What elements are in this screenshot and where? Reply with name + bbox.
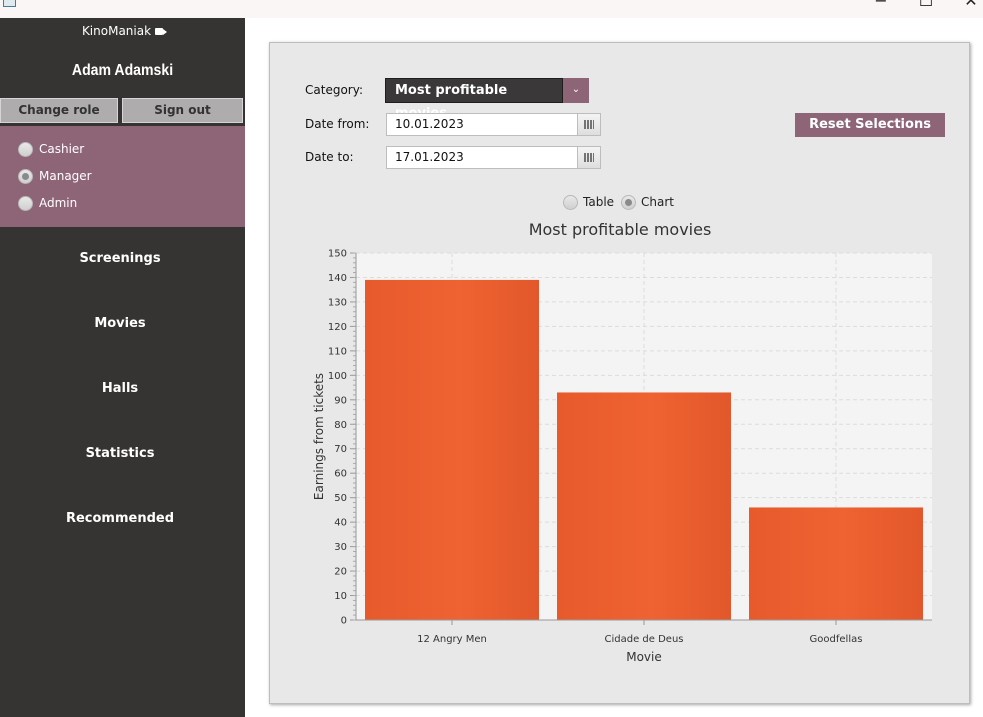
bar-goodfellas — [749, 507, 923, 620]
role-selector: Cashier Manager Admin — [0, 126, 245, 227]
bar-12-angry-men — [365, 279, 539, 620]
change-role-button[interactable]: Change role — [0, 98, 118, 123]
app-icon — [3, 0, 16, 7]
date-to-field[interactable]: 17.01.2023 — [386, 146, 578, 169]
radio-circle[interactable] — [18, 142, 33, 157]
x-axis-label: Movie — [626, 650, 662, 664]
radio-circle[interactable] — [563, 195, 578, 210]
role-label: Admin — [39, 196, 78, 210]
y-tick-label: 10 — [334, 591, 347, 602]
y-tick-label: 120 — [328, 322, 347, 333]
y-tick-label: 20 — [334, 567, 347, 578]
window-title-bar: − ☐ ✕ — [0, 0, 983, 18]
y-tick-label: 0 — [341, 616, 347, 627]
view-radio-chart[interactable]: Chart — [621, 193, 674, 211]
category-select[interactable]: Most profitable movies — [385, 78, 563, 121]
nav-screenings[interactable]: Screenings — [0, 251, 240, 266]
radio-circle-selected[interactable] — [621, 195, 636, 210]
maximize-icon[interactable]: ☐ — [911, 0, 941, 12]
user-name: Adam Adamski — [71, 62, 174, 79]
sidebar: KinoManiak Adam Adamski Change role Sign… — [0, 18, 245, 717]
y-tick-label: 40 — [334, 518, 347, 529]
y-tick-label: 30 — [334, 542, 347, 553]
category-label: Category: — [305, 83, 363, 97]
date-from-label: Date from: — [305, 117, 370, 131]
x-tick-label: Cidade de Deus — [605, 634, 684, 645]
close-icon[interactable]: ✕ — [956, 0, 983, 12]
role-radio-admin[interactable]: Admin — [18, 194, 77, 212]
y-tick-label: 70 — [334, 444, 347, 455]
minimize-icon[interactable]: − — [866, 0, 896, 12]
radio-circle-selected[interactable] — [18, 169, 33, 184]
sign-out-button[interactable]: Sign out — [122, 98, 243, 123]
reset-selections-button[interactable]: Reset Selections — [795, 113, 945, 137]
nav-recommended[interactable]: Recommended — [0, 511, 240, 526]
nav-statistics[interactable]: Statistics — [0, 446, 240, 461]
y-tick-label: 90 — [334, 395, 347, 406]
x-tick-label: 12 Angry Men — [417, 634, 487, 645]
bar-chart: 0 10 20 30 40 50 60 70 80 90 100 110 120 130 140 150 12 … — [312, 249, 932, 664]
chevron-down-icon[interactable]: ⌄ — [563, 78, 589, 103]
radio-circle[interactable] — [18, 196, 33, 211]
date-to-label: Date to: — [305, 150, 354, 164]
y-tick-label: 130 — [328, 297, 347, 308]
y-tick-label: 50 — [334, 493, 347, 504]
x-tick-label: Goodfellas — [810, 634, 863, 645]
bar-cidade-de-deus — [557, 392, 731, 620]
y-tick-label: 100 — [328, 371, 347, 382]
camera-icon — [155, 28, 168, 35]
y-tick-label: 60 — [334, 469, 347, 480]
role-label: Manager — [39, 169, 92, 183]
y-tick-label: 110 — [328, 346, 347, 357]
view-label: Chart — [641, 195, 674, 209]
role-radio-manager[interactable]: Manager — [18, 167, 92, 185]
view-radio-table[interactable]: Table — [563, 193, 614, 211]
chart-title: Most profitable movies — [528, 220, 712, 239]
date-from-field[interactable]: 10.01.2023 — [386, 113, 578, 136]
calendar-icon[interactable] — [577, 146, 601, 169]
brand-name: KinoManiak — [81, 24, 152, 38]
brand: KinoManiak — [0, 24, 245, 38]
role-label: Cashier — [39, 142, 85, 156]
calendar-icon[interactable] — [577, 113, 601, 136]
y-tick-label: 150 — [328, 249, 347, 260]
view-label: Table — [583, 195, 615, 209]
y-tick-label: 140 — [328, 273, 347, 284]
y-tick-label: 80 — [334, 420, 347, 431]
nav-halls[interactable]: Halls — [0, 381, 240, 396]
role-radio-cashier[interactable]: Cashier — [18, 140, 84, 158]
y-axis-label: Earnings from tickets — [312, 373, 326, 500]
nav-movies[interactable]: Movies — [0, 316, 240, 331]
